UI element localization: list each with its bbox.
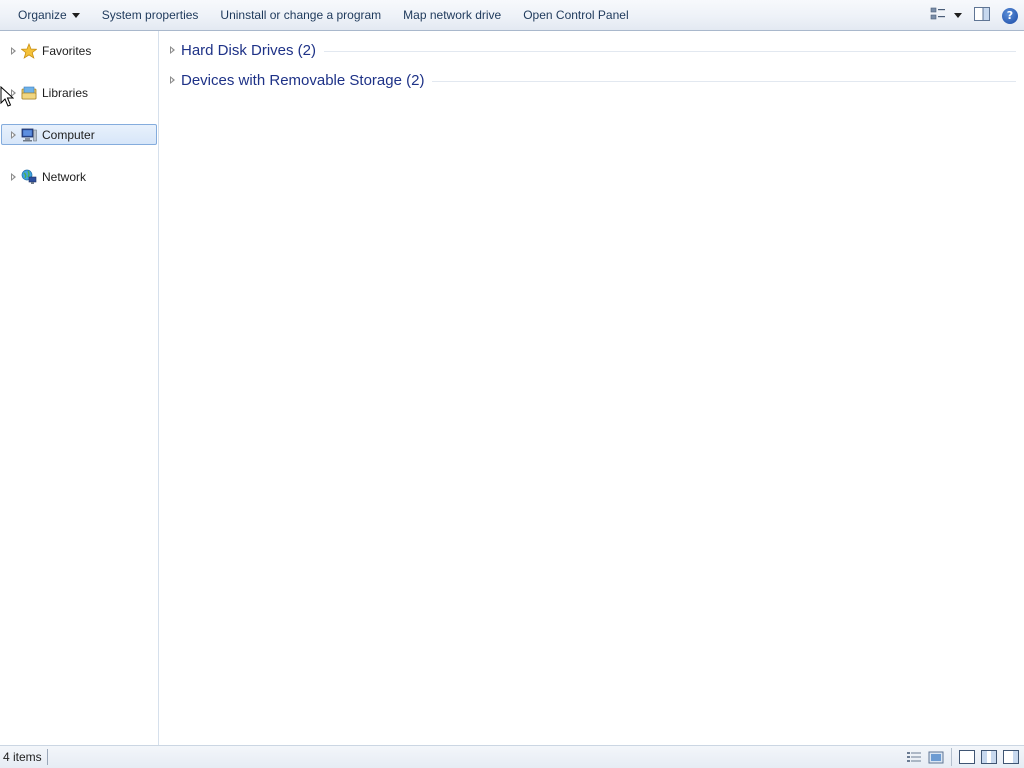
expand-arrow-icon[interactable] [11, 130, 16, 139]
uninstall-program-button[interactable]: Uninstall or change a program [209, 0, 392, 31]
nav-item-label: Network [42, 169, 87, 184]
status-separator [951, 748, 952, 766]
libraries-icon [21, 85, 37, 101]
nav-item-label: Libraries [42, 85, 89, 100]
navigation-pane: Favorites Libraries Computer Network [0, 31, 159, 745]
organize-button[interactable]: Organize [0, 0, 91, 31]
chevron-down-icon [71, 12, 80, 18]
group-divider [432, 80, 1016, 82]
preview-pane-icon [974, 7, 990, 24]
group-header-removable-storage[interactable]: Devices with Removable Storage (2) [160, 69, 1024, 91]
preview-pane-button[interactable] [968, 0, 996, 31]
layout-preview-icon[interactable] [978, 747, 1000, 767]
layout-normal-icon[interactable] [956, 747, 978, 767]
computer-icon [21, 127, 37, 143]
views-dropdown-icon[interactable] [954, 13, 962, 18]
nav-item-network[interactable]: Network [1, 166, 157, 187]
mouse-pointer-icon [0, 85, 15, 111]
help-button[interactable]: ? [996, 0, 1024, 31]
star-icon [21, 42, 37, 59]
system-properties-button[interactable]: System properties [91, 0, 210, 31]
open-control-panel-button[interactable]: Open Control Panel [512, 0, 639, 31]
nav-item-label: Computer [42, 127, 95, 142]
help-icon: ? [1002, 7, 1018, 24]
content-pane: Hard Disk Drives (2) Devices with Remova… [160, 31, 1024, 745]
change-view-button[interactable] [924, 0, 968, 31]
details-view-icon[interactable] [903, 747, 925, 767]
group-label: Devices with Removable Storage (2) [181, 71, 425, 89]
group-header-hard-disk-drives[interactable]: Hard Disk Drives (2) [160, 39, 1024, 61]
nav-item-favorites[interactable]: Favorites [1, 40, 157, 61]
map-network-drive-button[interactable]: Map network drive [392, 0, 512, 31]
group-label: Hard Disk Drives (2) [181, 41, 317, 59]
item-count: 4 items [0, 749, 48, 765]
expand-arrow-icon[interactable] [11, 46, 16, 55]
group-divider [324, 50, 1016, 52]
nav-item-label: Favorites [42, 43, 92, 58]
status-bar: 4 items [0, 745, 1024, 768]
expand-arrow-icon[interactable] [170, 46, 175, 54]
organize-label: Organize [18, 8, 67, 22]
expand-arrow-icon[interactable] [170, 76, 175, 84]
expand-arrow-icon[interactable] [11, 172, 16, 181]
command-bar: Organize System properties Uninstall or … [0, 0, 1024, 31]
layout-details-icon[interactable] [1000, 747, 1022, 767]
change-view-icon [930, 7, 946, 24]
large-icons-view-icon[interactable] [925, 747, 947, 767]
network-icon [21, 169, 37, 185]
nav-item-libraries[interactable]: Libraries [1, 82, 157, 103]
nav-item-computer[interactable]: Computer [1, 124, 157, 145]
